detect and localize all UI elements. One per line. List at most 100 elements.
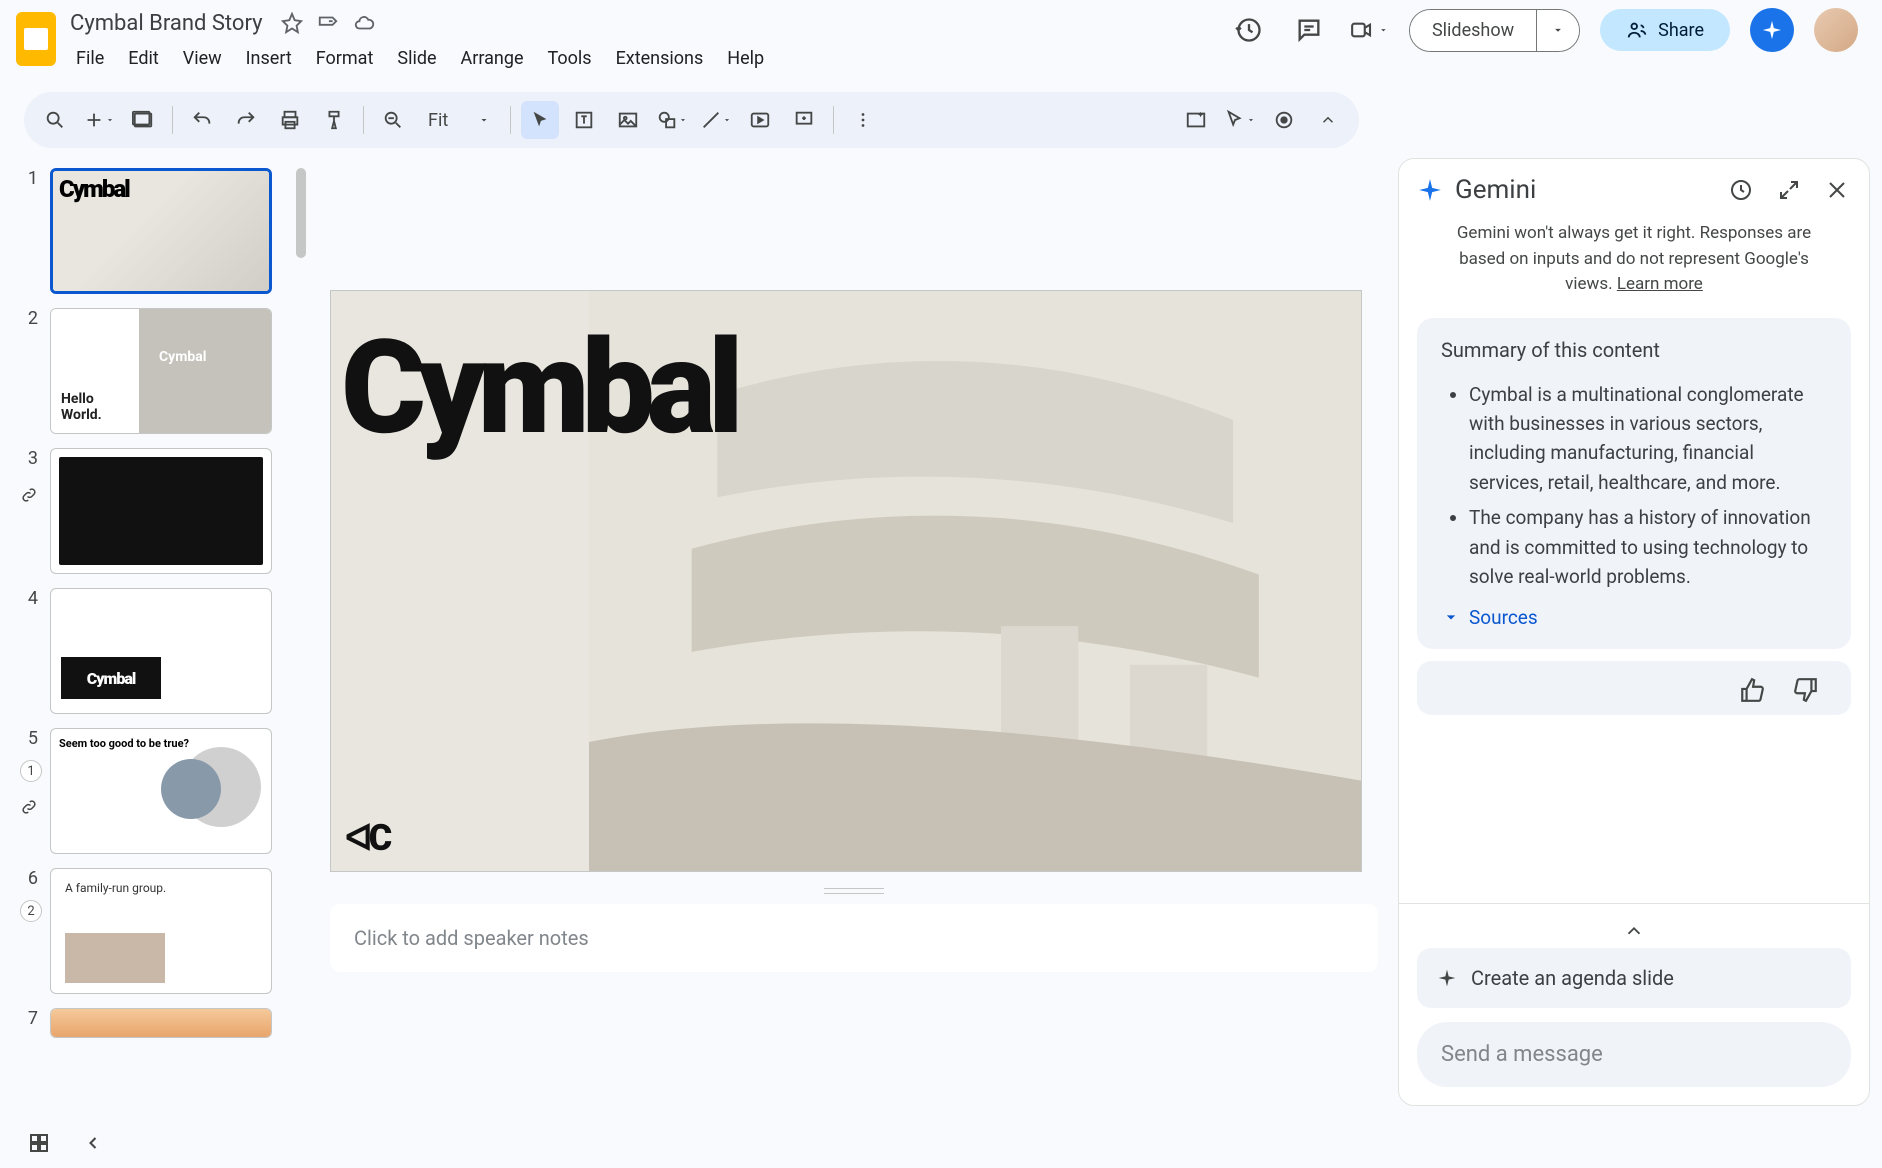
- suggestion-chip[interactable]: Create an agenda slide: [1417, 948, 1851, 1008]
- slideshow-button[interactable]: Slideshow: [1410, 10, 1536, 51]
- collapse-filmstrip-button[interactable]: [78, 1128, 108, 1158]
- filmstrip-scrollbar[interactable]: [296, 168, 306, 258]
- chevron-down-icon: [1378, 24, 1389, 36]
- layout-button[interactable]: [124, 101, 162, 139]
- close-icon[interactable]: [1823, 176, 1851, 204]
- link-icon: [20, 798, 38, 816]
- thumb-text: HelloWorld.: [61, 392, 102, 423]
- search-button[interactable]: [36, 101, 74, 139]
- thumb-text: Seem too good to be true?: [59, 737, 189, 750]
- menu-edit[interactable]: Edit: [118, 42, 168, 75]
- line-tool[interactable]: [697, 101, 735, 139]
- thumb-text: A family-run group.: [65, 881, 166, 895]
- slide-canvas[interactable]: Cymbal ᐊC: [330, 290, 1362, 872]
- comment-tool[interactable]: [785, 101, 823, 139]
- more-tools[interactable]: [844, 101, 882, 139]
- zoom-out-button[interactable]: [374, 101, 412, 139]
- meet-button[interactable]: [1349, 10, 1389, 50]
- share-label: Share: [1658, 20, 1704, 41]
- chevron-down-icon: [478, 114, 490, 126]
- slide-thumbnail-5[interactable]: Seem too good to be true?: [50, 728, 272, 854]
- redo-button[interactable]: [227, 101, 265, 139]
- comment-badge[interactable]: 2: [20, 900, 42, 922]
- cursor-share-button[interactable]: [1221, 101, 1259, 139]
- move-icon[interactable]: [317, 12, 339, 34]
- spark-icon: [1437, 968, 1457, 988]
- comments-icon[interactable]: [1289, 10, 1329, 50]
- new-slide-button[interactable]: [80, 101, 118, 139]
- collapse-toolbar[interactable]: [1309, 101, 1347, 139]
- notes-resize-handle[interactable]: [824, 888, 884, 894]
- star-icon[interactable]: [281, 12, 303, 34]
- slide-number: 5 1: [20, 728, 38, 854]
- image-tool[interactable]: [609, 101, 647, 139]
- thumbs-down-button[interactable]: [1791, 675, 1821, 705]
- undo-button[interactable]: [183, 101, 221, 139]
- gemini-launcher[interactable]: [1750, 8, 1794, 52]
- share-button[interactable]: Share: [1600, 9, 1730, 51]
- sources-toggle[interactable]: Sources: [1441, 606, 1827, 629]
- chevron-down-icon: [1441, 607, 1461, 627]
- slides-logo[interactable]: [16, 12, 56, 66]
- slideshow-group: Slideshow: [1409, 9, 1580, 52]
- zoom-value: Fit: [428, 110, 448, 131]
- menu-bar: File Edit View Insert Format Slide Arran…: [66, 42, 774, 75]
- menu-slide[interactable]: Slide: [387, 42, 446, 75]
- slide-thumbnail-6[interactable]: A family-run group.: [50, 868, 272, 994]
- slide-number: 1: [20, 168, 38, 294]
- menu-format[interactable]: Format: [306, 42, 384, 75]
- history-icon[interactable]: [1229, 10, 1269, 50]
- slide-thumbnail-3[interactable]: [50, 448, 272, 574]
- slide-thumbnail-1[interactable]: Cymbal: [50, 168, 272, 294]
- slide-thumbnail-2[interactable]: HelloWorld. Cymbal: [50, 308, 272, 434]
- filmstrip[interactable]: 1 Cymbal 2 HelloWorld. Cymbal 3: [0, 158, 310, 1118]
- slide-number: 2: [20, 308, 38, 434]
- gemini-title: Gemini: [1455, 175, 1536, 205]
- comment-badge[interactable]: 1: [20, 760, 42, 782]
- thumb-brand: Cymbal: [61, 657, 161, 699]
- slide-corner-mark: ᐊC: [345, 817, 388, 859]
- gemini-disclaimer: Gemini won't always get it right. Respon…: [1399, 221, 1869, 312]
- slide-title[interactable]: Cymbal: [341, 311, 736, 464]
- paint-format-button[interactable]: [315, 101, 353, 139]
- bottom-bar: [0, 1118, 1882, 1168]
- gemini-history-icon[interactable]: [1727, 176, 1755, 204]
- people-icon: [1626, 19, 1648, 41]
- menu-view[interactable]: View: [173, 42, 232, 75]
- video-tool[interactable]: [741, 101, 779, 139]
- summary-bullet: The company has a history of innovation …: [1469, 503, 1827, 591]
- slide-number: 4: [20, 588, 38, 714]
- slide-number: 6 2: [20, 868, 38, 994]
- record-button[interactable]: [1265, 101, 1303, 139]
- grid-view-button[interactable]: [24, 1128, 54, 1158]
- slideshow-dropdown[interactable]: [1536, 10, 1579, 51]
- menu-tools[interactable]: Tools: [538, 42, 602, 75]
- gemini-panel: Gemini Gemini won't always get it right.…: [1398, 158, 1870, 1106]
- speaker-notes[interactable]: Click to add speaker notes: [330, 904, 1378, 972]
- select-tool[interactable]: [521, 101, 559, 139]
- menu-help[interactable]: Help: [717, 42, 774, 75]
- menu-extensions[interactable]: Extensions: [606, 42, 714, 75]
- textbox-tool[interactable]: [565, 101, 603, 139]
- menu-file[interactable]: File: [66, 42, 114, 75]
- shape-tool[interactable]: [653, 101, 691, 139]
- print-button[interactable]: [271, 101, 309, 139]
- learn-more-link[interactable]: Learn more: [1617, 274, 1703, 294]
- slide-number: 7: [20, 1008, 38, 1038]
- expand-suggestions[interactable]: [1417, 914, 1851, 948]
- summary-title: Summary of this content: [1441, 338, 1827, 362]
- ai-image-button[interactable]: [1177, 101, 1215, 139]
- slide-thumbnail-7[interactable]: [50, 1008, 272, 1038]
- cloud-icon[interactable]: [353, 12, 375, 34]
- thumbs-up-button[interactable]: [1737, 675, 1767, 705]
- slide-thumbnail-4[interactable]: Cymbal: [50, 588, 272, 714]
- doc-title[interactable]: Cymbal Brand Story: [66, 9, 267, 38]
- menu-arrange[interactable]: Arrange: [451, 42, 534, 75]
- gemini-message-input[interactable]: Send a message: [1417, 1022, 1851, 1087]
- menu-insert[interactable]: Insert: [236, 42, 302, 75]
- feedback-row: [1417, 661, 1851, 715]
- summary-card: Summary of this content Cymbal is a mult…: [1417, 318, 1851, 649]
- account-avatar[interactable]: [1814, 8, 1858, 52]
- expand-icon[interactable]: [1775, 176, 1803, 204]
- zoom-select[interactable]: Fit: [418, 106, 500, 135]
